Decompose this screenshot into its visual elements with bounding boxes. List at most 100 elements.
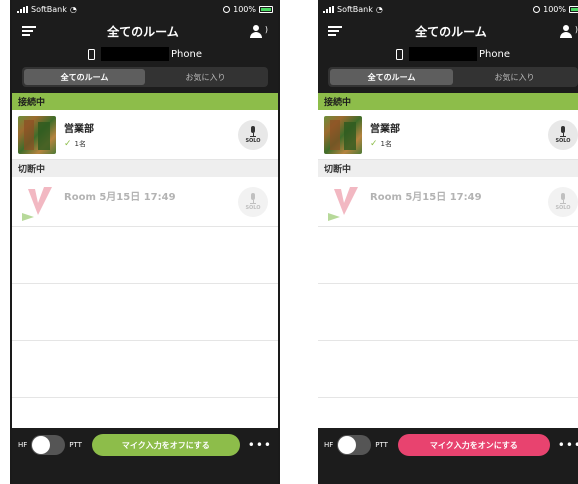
solo-button[interactable]: SOLO [548, 120, 578, 150]
mic-input-off-button[interactable]: マイク入力をオフにする [91, 434, 240, 456]
battery-icon [259, 5, 273, 13]
section-header-connected: 接続中 [12, 93, 278, 110]
empty-list-row [318, 284, 578, 341]
empty-list-row [12, 227, 278, 284]
device-row: Phone [12, 44, 278, 64]
tab-bar: 全てのルーム お気に入り [328, 67, 578, 87]
room-thumbnail-logo [18, 183, 56, 221]
header-area: SoftBank ◔ 100% 全てのルーム ) Phone 全てのルーム お気… [12, 0, 278, 93]
ptt-label: PTT [69, 441, 82, 449]
signal-icon [323, 5, 334, 13]
room-row[interactable]: Room 5月15日 17:49 SOLO [318, 177, 578, 227]
signal-icon [17, 5, 28, 13]
carrier-label: SoftBank [337, 4, 373, 14]
room-meta-empty [370, 207, 578, 215]
hf-ptt-toggle[interactable] [337, 435, 372, 455]
nav-bar: 全てのルーム ) [12, 18, 278, 44]
wifi-icon: ◔ [375, 4, 383, 14]
device-row: Phone [318, 44, 578, 64]
tab-bar: 全てのルーム お気に入り [22, 67, 268, 87]
more-icon[interactable]: ••• [248, 438, 272, 452]
room-name: Room 5月15日 17:49 [370, 192, 482, 203]
microphone-icon [559, 193, 567, 204]
room-row[interactable]: 営業部 ✓ 1名 SOLO [318, 110, 578, 160]
solo-button[interactable]: SOLO [238, 187, 268, 217]
control-row: HF PTT マイク入力をオフにする ••• [18, 434, 272, 456]
room-logo-icon [328, 186, 358, 221]
room-name: 営業部 [370, 124, 400, 135]
room-thumbnail-logo [324, 183, 362, 221]
room-row[interactable]: Room 5月15日 17:49 SOLO [12, 177, 278, 227]
user-speaker-icon[interactable]: ) [559, 24, 578, 38]
microphone-icon [249, 126, 257, 137]
battery-icon [569, 5, 578, 13]
nav-bar: 全てのルーム ) [318, 18, 578, 44]
empty-list-row [318, 341, 578, 398]
hf-label: HF [324, 441, 334, 449]
phone-screen-left: SoftBank ◔ 100% 全てのルーム ) Phone 全てのルーム お気… [10, 0, 280, 484]
solo-button[interactable]: SOLO [548, 187, 578, 217]
room-row[interactable]: 営業部 ✓ 1名 SOLO [12, 110, 278, 160]
status-bar: SoftBank ◔ 100% [318, 0, 578, 18]
tab-bar-wrap: 全てのルーム お気に入り [318, 64, 578, 93]
phone-icon [396, 48, 403, 60]
tab-favorites[interactable]: お気に入り [145, 69, 266, 85]
wifi-icon: ◔ [69, 4, 77, 14]
room-thumbnail [324, 115, 362, 154]
page-title: 全てのルーム [107, 24, 179, 39]
solo-button[interactable]: SOLO [238, 120, 268, 150]
user-speaker-icon[interactable]: ) [249, 24, 268, 38]
mic-input-on-button[interactable]: マイク入力をオンにする [397, 434, 550, 456]
section-header-connected: 接続中 [318, 93, 578, 110]
empty-list-row [318, 227, 578, 284]
member-count: 1名 [74, 140, 87, 148]
toggle-knob [32, 436, 51, 454]
device-name-suffix: Phone [171, 48, 202, 60]
more-icon[interactable]: ••• [558, 438, 578, 452]
solo-label: SOLO [555, 205, 571, 211]
menu-icon[interactable] [328, 26, 342, 36]
room-info: 営業部 ✓ 1名 [370, 120, 578, 149]
microphone-icon [559, 126, 567, 137]
solo-label: SOLO [555, 138, 571, 144]
status-left: SoftBank ◔ [323, 5, 383, 14]
section-header-disconnected: 切断中 [12, 160, 278, 177]
device-name-suffix: Phone [479, 48, 510, 60]
ptt-label: PTT [375, 441, 388, 449]
status-bar: SoftBank ◔ 100% [12, 0, 278, 18]
microphone-icon [249, 193, 257, 204]
bottom-control-bar: HF PTT マイク入力をオフにする ••• [12, 428, 278, 484]
solo-label: SOLO [245, 138, 261, 144]
tab-all-rooms[interactable]: 全てのルーム [330, 69, 453, 85]
control-row: HF PTT マイク入力をオンにする ••• [324, 434, 578, 456]
member-count: 1名 [380, 140, 393, 148]
room-meta: ✓ 1名 [370, 139, 578, 149]
redacted-device-name [101, 47, 169, 61]
check-icon: ✓ [64, 139, 72, 149]
menu-icon[interactable] [22, 26, 36, 36]
header-area: SoftBank ◔ 100% 全てのルーム ) Phone 全てのルーム お気… [318, 0, 578, 93]
room-thumbnail [18, 115, 56, 154]
empty-list-row [12, 341, 278, 398]
page-title: 全てのルーム [415, 24, 487, 39]
battery-percent: 100% [233, 4, 256, 14]
status-right: 100% [223, 5, 273, 14]
check-icon: ✓ [370, 139, 378, 149]
tab-bar-wrap: 全てのルーム お気に入り [12, 64, 278, 93]
orientation-lock-icon [533, 5, 541, 13]
toggle-knob [338, 436, 357, 454]
carrier-label: SoftBank [31, 4, 67, 14]
room-info: Room 5月15日 17:49 [370, 188, 578, 215]
status-right: 100% [533, 5, 578, 14]
status-left: SoftBank ◔ [17, 5, 77, 14]
battery-percent: 100% [543, 4, 566, 14]
hf-label: HF [18, 441, 28, 449]
redacted-device-name [409, 47, 477, 61]
phone-screen-right: SoftBank ◔ 100% 全てのルーム ) Phone 全てのルーム お気… [318, 0, 578, 484]
tab-all-rooms[interactable]: 全てのルーム [24, 69, 145, 85]
orientation-lock-icon [223, 5, 231, 13]
hf-ptt-toggle[interactable] [31, 435, 66, 455]
room-logo-icon [22, 186, 52, 221]
empty-list-row [12, 284, 278, 341]
tab-favorites[interactable]: お気に入り [453, 69, 576, 85]
